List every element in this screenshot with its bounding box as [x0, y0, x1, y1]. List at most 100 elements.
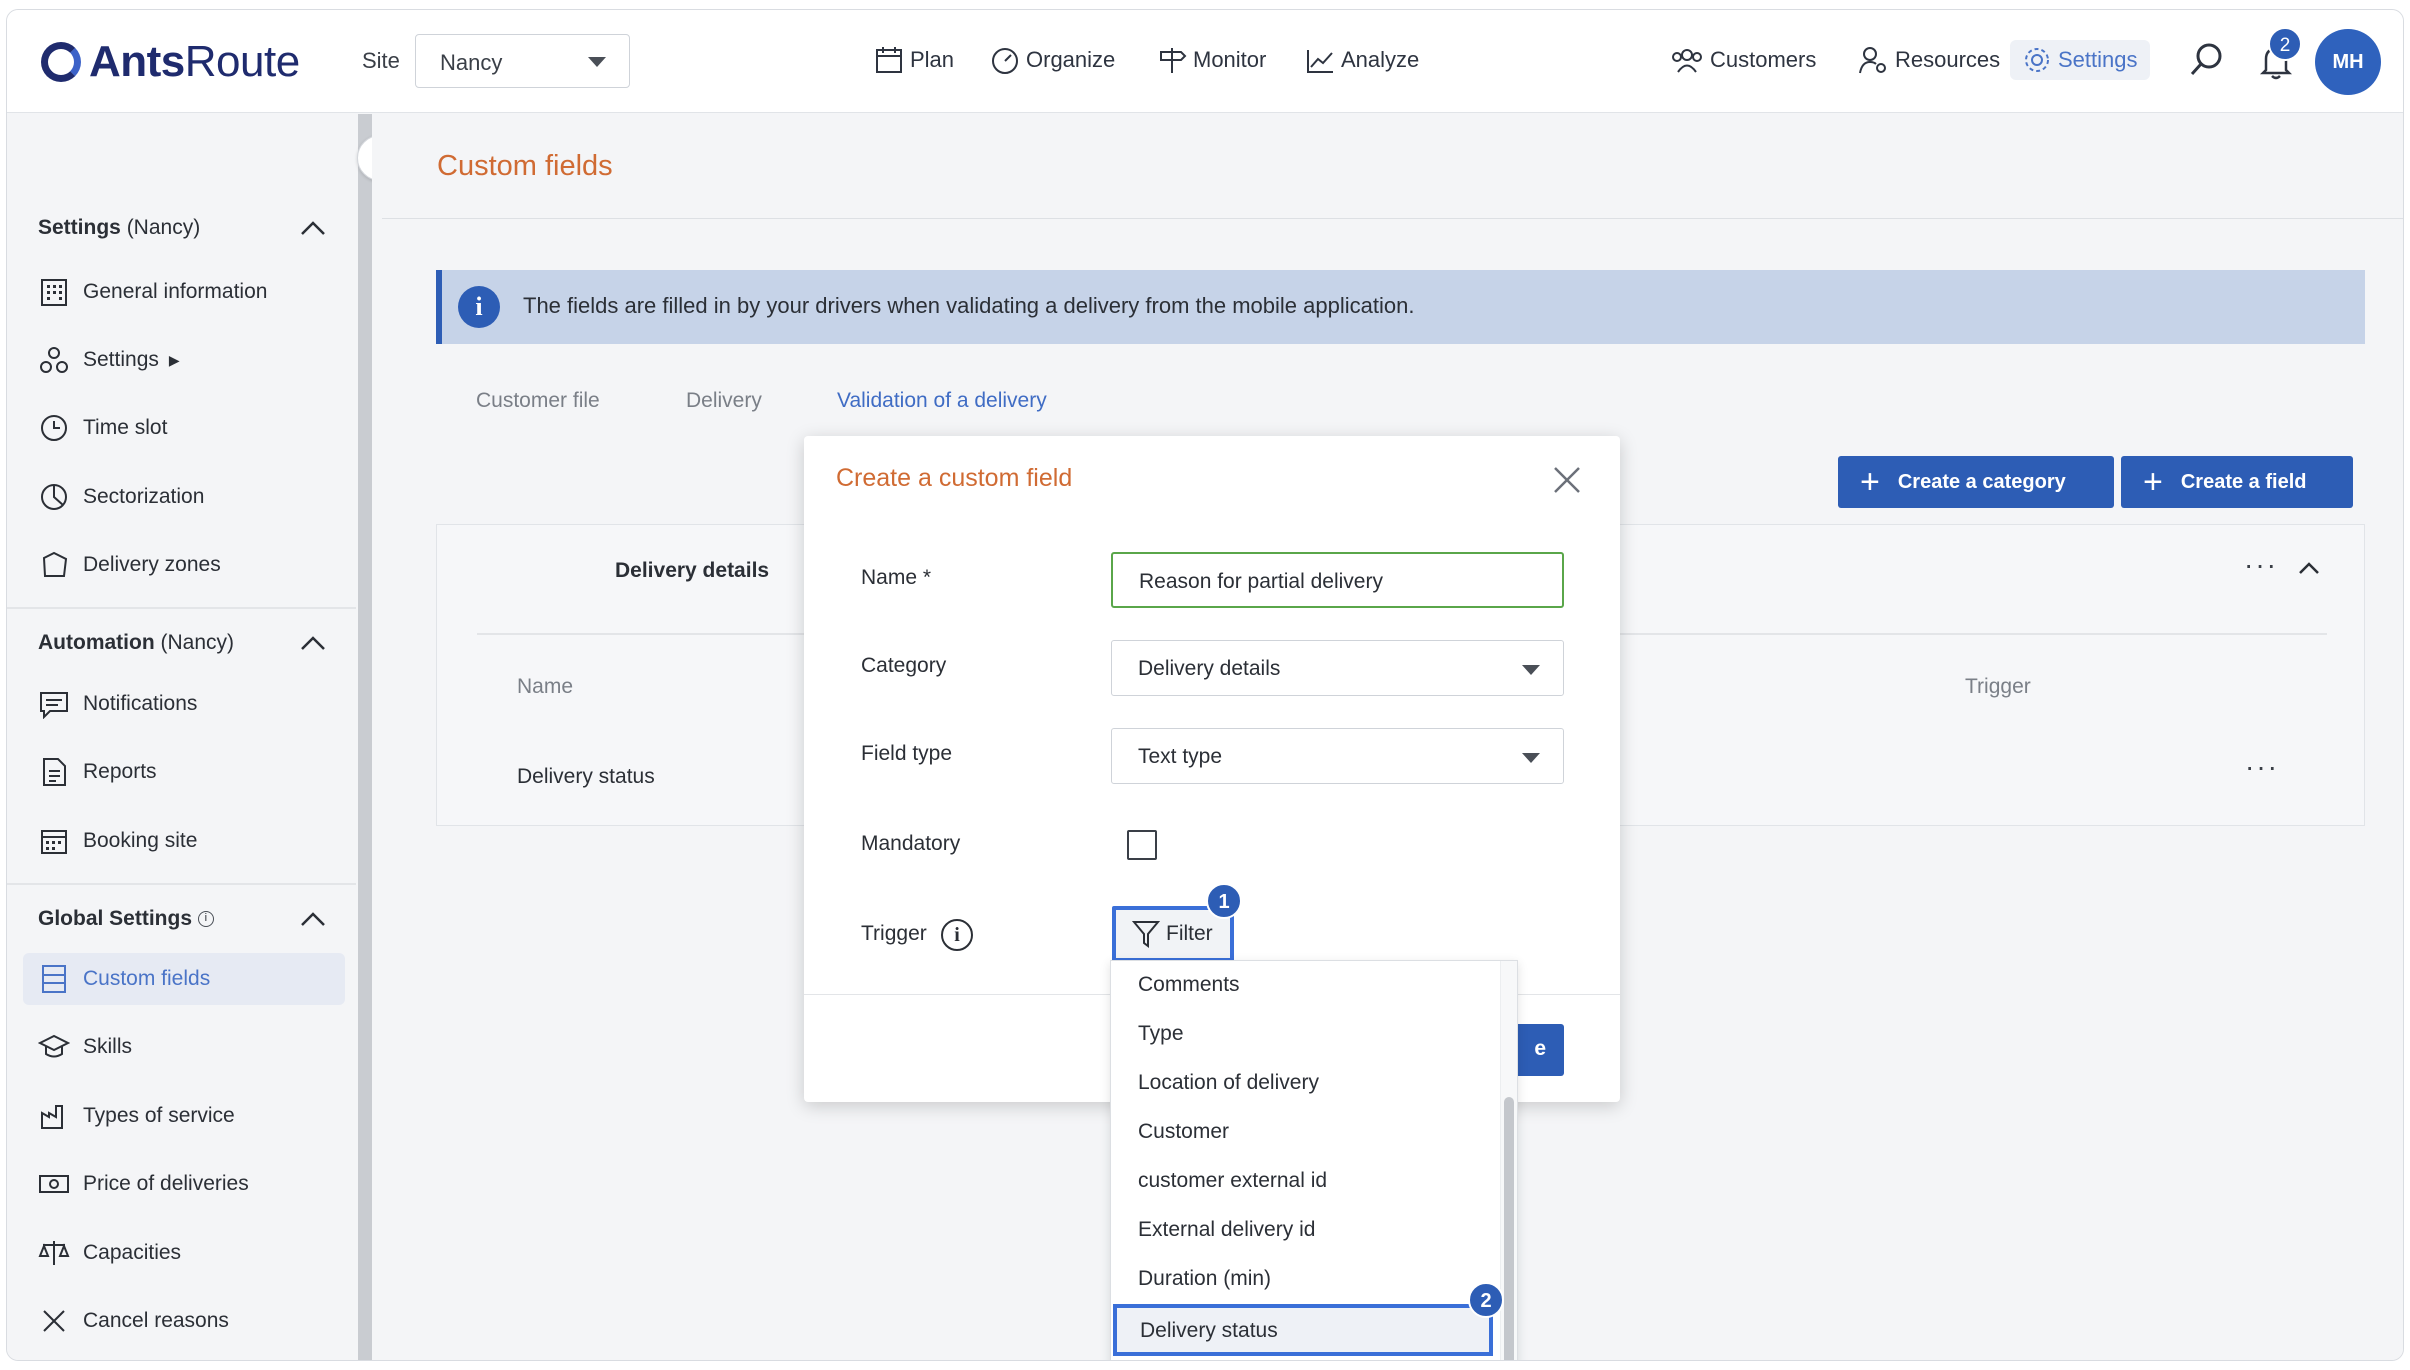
- step-badge-1: 1: [1206, 883, 1242, 919]
- sidebar-item-notifications[interactable]: Notifications: [23, 678, 345, 730]
- nav-settings[interactable]: Settings: [2010, 40, 2150, 80]
- column-header-trigger: Trigger: [1965, 675, 2031, 698]
- sidebar-item-label: Cancel reasons: [83, 1309, 229, 1332]
- trigger-field-dropdown: Comments Type Location of delivery Custo…: [1110, 960, 1518, 1360]
- section-title-global: Global Settings i: [38, 907, 214, 931]
- logo-icon: [41, 42, 81, 82]
- sidebar-section-settings[interactable]: [7, 114, 356, 184]
- create-category-label: Create a category: [1897, 470, 2066, 493]
- sidebar-item-types-of-service[interactable]: Types of service: [23, 1090, 345, 1142]
- nav-settings-label: Settings: [2058, 47, 2138, 72]
- nav-organize-label: Organize: [1026, 47, 1116, 72]
- plus-icon: +: [1860, 463, 1880, 501]
- category-select[interactable]: Delivery details: [1111, 640, 1564, 696]
- sidebar-item-label: Skills: [83, 1035, 133, 1058]
- nav-organize[interactable]: Organize: [990, 40, 1115, 80]
- close-x-icon: [37, 1304, 71, 1338]
- sidebar-item-cancel-reasons[interactable]: Cancel reasons: [23, 1295, 345, 1347]
- section-title-automation-site: (Nancy): [160, 631, 235, 654]
- option-label: Duration (min): [1138, 1267, 1272, 1290]
- tab-validation-of-a-delivery[interactable]: Validation of a delivery: [837, 389, 1047, 413]
- logo[interactable]: AntsRoute: [41, 34, 300, 90]
- dropdown-scrollbar-thumb[interactable]: [1504, 1097, 1514, 1360]
- sidebar-section-automation[interactable]: Automation (Nancy): [7, 607, 356, 677]
- section-title-settings-bold: Settings: [38, 216, 121, 239]
- create-field-label: Create a field: [2180, 470, 2307, 493]
- name-label: Name *: [861, 566, 932, 589]
- sidebar-item-label: Types of service: [83, 1104, 235, 1127]
- option-label: External delivery id: [1138, 1218, 1316, 1241]
- sidebar-item-time-slot[interactable]: Time slot: [23, 402, 345, 454]
- sidebar-item-general-information[interactable]: General information: [23, 266, 345, 318]
- sidebar-item-booking-site[interactable]: Booking site: [23, 815, 345, 867]
- dropdown-option-location-of-delivery[interactable]: Location of delivery: [1111, 1059, 1495, 1108]
- tab-customer-file[interactable]: Customer file: [476, 389, 600, 413]
- sidebar-item-price-of-deliveries[interactable]: Price of deliveries: [23, 1158, 345, 1210]
- sidebar-item-custom-fields[interactable]: Custom fields: [23, 953, 345, 1005]
- row-more-icon[interactable]: ···: [2245, 751, 2279, 783]
- option-label: Type: [1138, 1022, 1184, 1045]
- sidebar-item-capacities[interactable]: Capacities: [23, 1227, 345, 1279]
- nav-monitor-label: Monitor: [1193, 47, 1267, 72]
- dropdown-option-customer-external-id[interactable]: customer external id: [1111, 1157, 1495, 1206]
- mandatory-checkbox[interactable]: [1127, 830, 1157, 860]
- nav-customers[interactable]: Customers: [1670, 40, 1816, 80]
- sidebar-item-skills[interactable]: Skills: [23, 1021, 345, 1073]
- sidebar-item-label: Notifications: [83, 692, 198, 715]
- close-icon[interactable]: [1551, 464, 1583, 501]
- category-name: Delivery details: [615, 559, 770, 582]
- sidebar-item-settings[interactable]: Settings ▶: [23, 334, 345, 386]
- sidebar-item-label: Price of deliveries: [83, 1172, 249, 1195]
- dropdown-option-customer[interactable]: Customer: [1111, 1108, 1495, 1157]
- info-banner: i The fields are filled in by your drive…: [436, 270, 2365, 344]
- dropdown-option-external-delivery-id[interactable]: External delivery id: [1111, 1206, 1495, 1255]
- section-title-automation-bold: Automation: [38, 631, 155, 654]
- nav-monitor[interactable]: Monitor: [1157, 40, 1266, 80]
- nav-plan[interactable]: Plan: [874, 40, 954, 80]
- field-type-select[interactable]: Text type: [1111, 728, 1564, 784]
- category-more-icon[interactable]: ···: [2244, 549, 2278, 581]
- sidebar-item-label: Delivery zones: [83, 553, 221, 576]
- page-title: Custom fields: [437, 150, 613, 182]
- dropdown-option-delivery-status[interactable]: Delivery status: [1113, 1304, 1493, 1356]
- sidebar-item-label: Sectorization: [83, 485, 205, 508]
- settings-cluster-icon: [37, 343, 71, 377]
- sidebar-item-sectorization[interactable]: Sectorization: [23, 471, 345, 523]
- name-input[interactable]: Reason for partial delivery: [1111, 552, 1564, 608]
- filter-button-label: Filter: [1166, 922, 1213, 945]
- info-icon[interactable]: i: [941, 919, 973, 951]
- field-type-select-value: Text type: [1138, 745, 1223, 768]
- nav-plan-label: Plan: [910, 47, 955, 72]
- sidebar-section-global-settings[interactable]: Global Settings i: [7, 883, 356, 953]
- nav-analyze-label: Analyze: [1341, 47, 1420, 72]
- dropdown-option-comments[interactable]: Comments: [1111, 961, 1495, 1010]
- section-title-settings: Settings (Nancy): [38, 216, 200, 240]
- banknote-icon: [37, 1167, 71, 1201]
- section-title-settings-site: (Nancy): [126, 216, 201, 239]
- sidebar-item-delivery-zones[interactable]: Delivery zones: [23, 539, 345, 591]
- factory-icon: [37, 1099, 71, 1133]
- sidebar-item-reports[interactable]: Reports: [23, 746, 345, 798]
- scale-icon: [37, 1236, 71, 1270]
- site-select[interactable]: Nancy: [415, 34, 630, 88]
- avatar[interactable]: MH: [2315, 29, 2381, 95]
- sidebar-section-settings[interactable]: Settings (Nancy): [7, 194, 356, 264]
- filter-icon: [1132, 921, 1160, 948]
- info-banner-text: The fields are filled in by your drivers…: [523, 293, 1415, 318]
- dropdown-option-type[interactable]: Type: [1111, 1010, 1495, 1059]
- create-field-button[interactable]: + Create a field: [2121, 456, 2353, 508]
- pie-icon: [37, 480, 71, 514]
- dropdown-option-duration[interactable]: Duration (min): [1111, 1255, 1495, 1304]
- sidebar-item-label: Time slot: [83, 416, 168, 439]
- search-icon[interactable]: [2187, 40, 2227, 85]
- site-label: Site: [362, 48, 400, 73]
- sidebar-divider[interactable]: [358, 114, 372, 1360]
- sidebar-item-label: General information: [83, 280, 268, 303]
- info-small-icon: i: [197, 911, 214, 928]
- nav-analyze[interactable]: Analyze: [1305, 40, 1419, 80]
- tab-delivery[interactable]: Delivery: [686, 389, 762, 413]
- create-category-button[interactable]: + Create a category: [1838, 456, 2114, 508]
- nav-resources[interactable]: Resources: [1857, 40, 2000, 80]
- info-icon: i: [458, 286, 500, 328]
- chevron-up-icon[interactable]: [2298, 561, 2320, 575]
